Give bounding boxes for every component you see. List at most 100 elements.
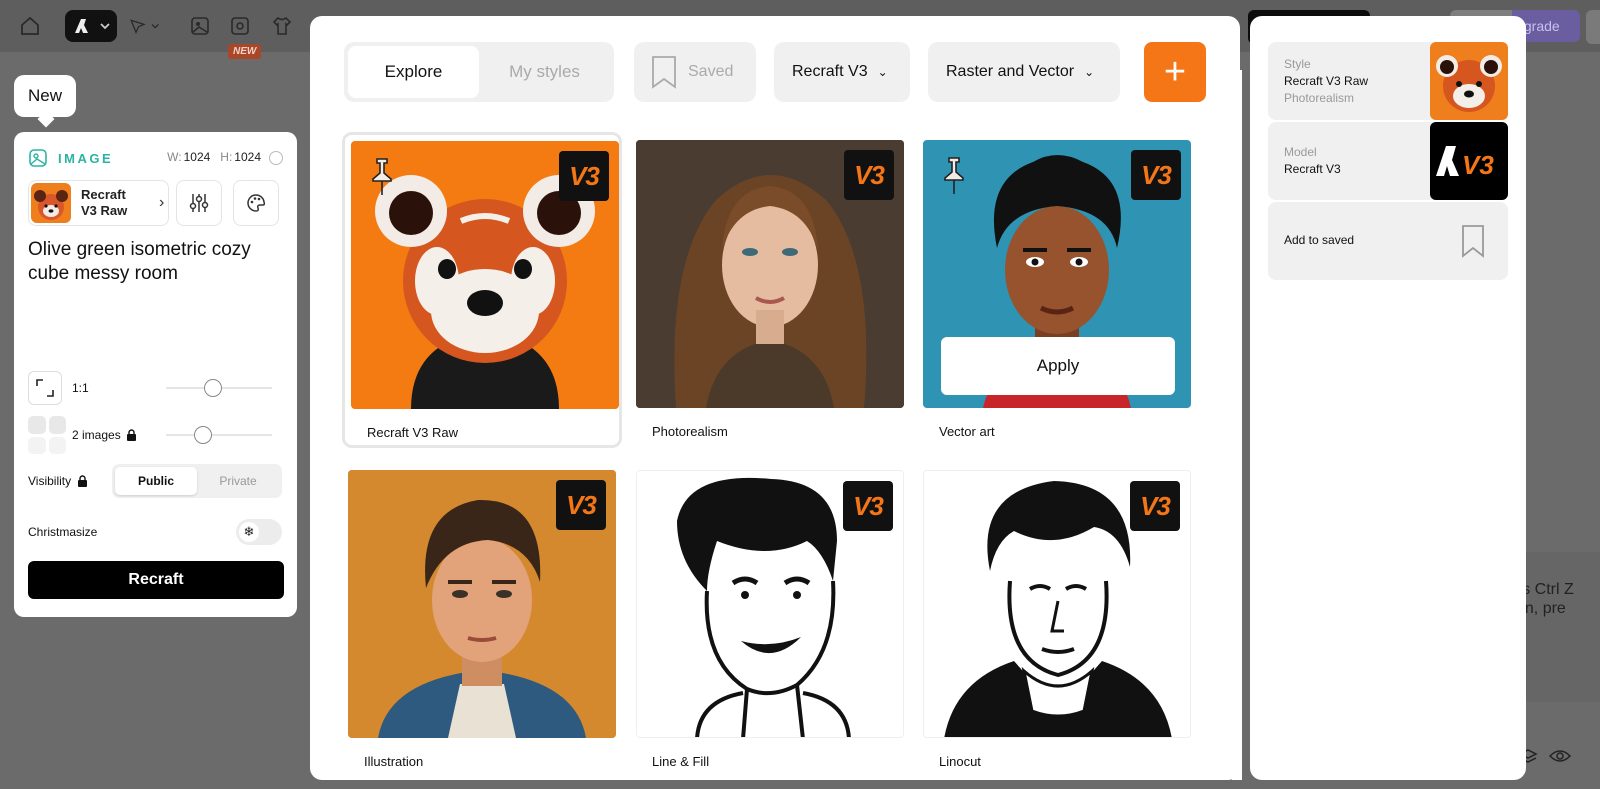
style-card-image: V3 xyxy=(351,141,619,409)
lock-icon xyxy=(126,429,136,441)
visibility-public[interactable]: Public xyxy=(115,467,197,495)
style-card-name: Linocut xyxy=(939,754,981,769)
style-card-name: Vector art xyxy=(939,424,995,439)
v3-badge: V3 xyxy=(843,481,893,531)
visibility-private[interactable]: Private xyxy=(197,467,279,495)
style-card-image: V3 xyxy=(923,470,1191,738)
model-logo-thumbnail: V3 xyxy=(1430,122,1508,200)
dimensions[interactable]: W: 1024 H: 1024 xyxy=(167,150,261,164)
panel-title: IMAGE xyxy=(58,150,114,166)
style-picker-modal: Explore My styles Saved Recraft V3 ⌄ Ras… xyxy=(310,16,1240,780)
home-icon[interactable] xyxy=(14,10,46,42)
style-thumbnail xyxy=(31,183,71,223)
canvas-bottom-icons xyxy=(1518,746,1572,766)
style-info-name: Recraft V3 Raw xyxy=(1284,74,1369,88)
mockup-tool-icon[interactable] xyxy=(224,10,256,42)
v3-badge: V3 xyxy=(556,480,606,530)
add-to-saved-button[interactable]: Add to saved xyxy=(1268,202,1508,280)
style-info-sub: Photorealism xyxy=(1284,91,1355,105)
settings-sliders-button[interactable] xyxy=(176,180,222,226)
panel-separator xyxy=(1232,70,1242,780)
style-card-recraft-v3-raw[interactable]: V3 Recraft V3 Raw xyxy=(342,132,622,448)
bookmark-icon xyxy=(652,56,676,89)
add-to-saved-label: Add to saved xyxy=(1284,233,1355,247)
aspect-ratio-value: 1:1 xyxy=(72,381,89,395)
palette-button[interactable] xyxy=(233,180,279,226)
model-dropdown[interactable]: Recraft V3 ⌄ xyxy=(774,42,910,102)
style-card-line-fill[interactable]: V3 Line & Fill xyxy=(630,464,910,780)
style-card-image: V3 xyxy=(348,470,616,738)
bookmark-icon xyxy=(1462,225,1484,258)
toolbar-right-button[interactable] xyxy=(1586,10,1600,44)
chevron-down-icon: ⌄ xyxy=(877,65,888,79)
model-info-name: Recraft V3 xyxy=(1284,162,1341,176)
panel-header: IMAGE W: 1024 H: 1024 xyxy=(28,146,283,170)
aspect-ratio-knob[interactable] xyxy=(204,379,222,397)
saved-label: Saved xyxy=(688,63,734,80)
width-label: W: xyxy=(167,150,182,164)
recraft-logo-button[interactable] xyxy=(65,10,117,42)
model-info-text: Model Recraft V3 xyxy=(1284,144,1341,178)
style-chip-label: Recraft V3 Raw xyxy=(81,187,128,218)
lock-icon xyxy=(78,475,88,487)
eye-icon[interactable] xyxy=(1548,746,1572,766)
style-card-image: V3 Apply xyxy=(923,140,1191,408)
history-icon[interactable] xyxy=(269,151,283,165)
aspect-ratio-slider[interactable] xyxy=(166,379,272,397)
style-selector[interactable]: Recraft V3 Raw › xyxy=(28,180,169,226)
width-value: 1024 xyxy=(183,150,211,164)
model-info-card: Model Recraft V3 V3 xyxy=(1268,122,1508,200)
visibility-row: Visibility xyxy=(28,464,118,498)
model-dropdown-value: Recraft V3 xyxy=(792,63,868,80)
new-tag: NEW xyxy=(228,44,262,59)
style-info-title: Style xyxy=(1284,57,1311,71)
style-details-panel: Style Recraft V3 Raw Photorealism Model … xyxy=(1250,16,1526,780)
chevron-down-icon: ⌄ xyxy=(1084,65,1095,79)
style-tabs: Explore My styles xyxy=(344,42,614,102)
image-count-knob[interactable] xyxy=(194,426,212,444)
tab-explore[interactable]: Explore xyxy=(348,46,479,98)
generation-panel: IMAGE W: 1024 H: 1024 Recraft V3 Raw › Oliv… xyxy=(14,132,297,617)
style-card-illustration[interactable]: V3 Illustration xyxy=(342,464,622,780)
v3-badge: V3 xyxy=(1131,150,1181,200)
type-dropdown[interactable]: Raster and Vector ⌄ xyxy=(928,42,1120,102)
tab-my-styles[interactable]: My styles xyxy=(479,46,610,98)
palette-icon xyxy=(247,194,266,212)
style-card-linocut[interactable]: V3 Linocut xyxy=(917,464,1197,780)
style-card-photorealism[interactable]: V3 Photorealism xyxy=(630,134,910,450)
v3-badge: V3 xyxy=(559,151,609,201)
v3-badge: V3 xyxy=(844,150,894,200)
style-card-vector-art[interactable]: V3 Apply Vector art xyxy=(917,134,1197,450)
v3-badge: V3 xyxy=(1130,481,1180,531)
chevron-right-icon: › xyxy=(159,194,165,211)
prompt-input[interactable]: Olive green isometric cozy cube messy ro… xyxy=(28,238,286,286)
style-info-thumbnail xyxy=(1430,42,1508,120)
christmasize-row: Christmasize xyxy=(28,515,208,549)
pointer-tool-icon[interactable] xyxy=(128,10,160,42)
add-style-button[interactable]: + xyxy=(1144,42,1206,102)
saved-button[interactable]: Saved xyxy=(634,42,756,102)
christmasize-label: Christmasize xyxy=(28,525,98,539)
image-count-slider[interactable] xyxy=(166,426,272,444)
image-count-icon xyxy=(28,416,66,454)
new-button[interactable]: New xyxy=(14,75,76,117)
type-dropdown-value: Raster and Vector xyxy=(946,63,1075,80)
aspect-ratio-icon[interactable] xyxy=(28,371,62,405)
height-value: 1024 xyxy=(234,150,261,164)
aspect-ratio-row: 1:1 xyxy=(28,371,286,405)
style-card-image: V3 xyxy=(636,140,904,408)
tshirt-icon[interactable] xyxy=(266,10,298,42)
height-label: H: xyxy=(220,150,233,164)
snowflake-icon: ❄ xyxy=(239,522,259,542)
image-tool-icon[interactable] xyxy=(184,10,216,42)
christmasize-switch[interactable]: ❄ xyxy=(236,519,282,545)
visibility-toggle: Public Private xyxy=(112,464,282,498)
visibility-label: Visibility xyxy=(28,474,72,488)
sliders-icon xyxy=(189,194,209,212)
style-card-name: Recraft V3 Raw xyxy=(367,425,459,440)
pin-icon[interactable] xyxy=(939,156,969,196)
image-count-value: 2 images xyxy=(72,428,121,442)
apply-button[interactable]: Apply xyxy=(941,337,1175,395)
recraft-button[interactable]: Recraft xyxy=(28,561,284,599)
pin-icon[interactable] xyxy=(367,157,397,197)
